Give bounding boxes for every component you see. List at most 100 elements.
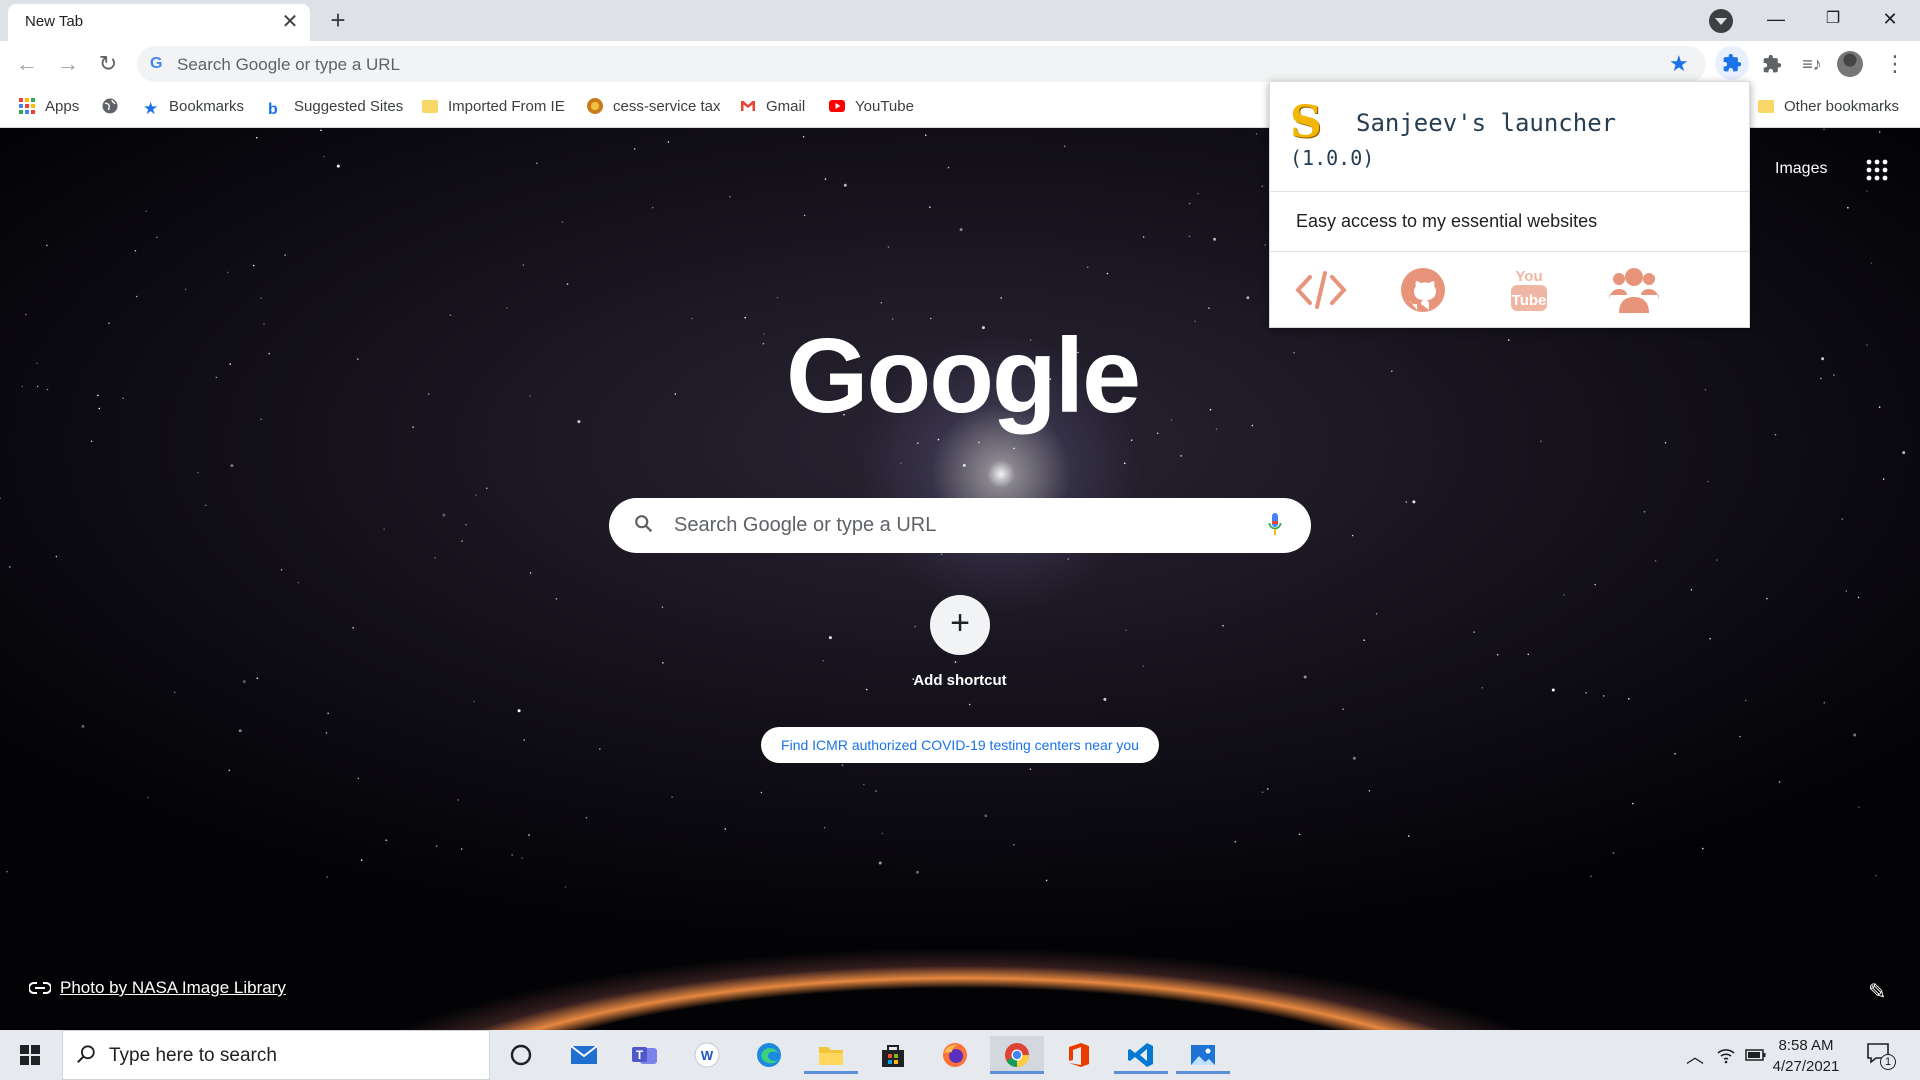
bookmark-label: YouTube — [855, 98, 914, 115]
mail-icon — [570, 1045, 598, 1064]
bookmark-label: Other bookmarks — [1784, 98, 1900, 115]
popup-description: Easy access to my essential websites — [1296, 211, 1598, 231]
windows-taskbar: Type here to search T W ︿ 8:58 AM 4/27/2… — [0, 1030, 1920, 1080]
images-link[interactable]: Images — [1775, 160, 1827, 178]
edge-app[interactable] — [742, 1036, 796, 1074]
bookmark-label: Gmail — [766, 98, 806, 115]
popup-description-row: Easy access to my essential websites — [1270, 192, 1749, 252]
office-icon — [1069, 1043, 1089, 1067]
clock-date: 4/27/2021 — [1772, 1058, 1840, 1075]
search-icon — [77, 1045, 95, 1064]
bookmark-other-bookmarks[interactable]: Other bookmarks — [1758, 98, 1899, 115]
bookmark-label: Imported From IE — [448, 98, 565, 115]
popup-header: S Sanjeev's launcher (1.0.0) — [1270, 82, 1749, 192]
profile-avatar[interactable] — [1837, 51, 1863, 77]
minimize-button[interactable]: — — [1748, 4, 1804, 34]
photo-attribution-link[interactable]: Photo by NASA Image Library — [60, 978, 286, 998]
mail-app[interactable] — [557, 1036, 611, 1074]
tab-new-tab[interactable]: New Tab ✕ — [8, 4, 310, 41]
close-tab-icon[interactable]: ✕ — [279, 11, 301, 33]
bing-icon: b — [268, 101, 278, 118]
popup-version: (1.0.0) — [1290, 146, 1375, 170]
users-icon[interactable] — [1607, 265, 1661, 315]
photos-app[interactable] — [1176, 1036, 1230, 1074]
bookmark-bookmarks[interactable]: ★ Bookmarks — [143, 98, 244, 117]
add-shortcut-button[interactable]: + — [930, 595, 990, 655]
taskbar-search-box[interactable]: Type here to search — [62, 1030, 490, 1080]
edge-icon — [757, 1043, 781, 1067]
popup-title: Sanjeev's launcher — [1356, 109, 1617, 137]
store-app[interactable] — [866, 1036, 920, 1074]
globe-icon — [102, 98, 118, 114]
apps-grid-icon — [19, 98, 35, 114]
bookmark-label: Bookmarks — [169, 98, 245, 115]
bookmark-label: Suggested Sites — [294, 98, 404, 115]
emblem-icon — [587, 98, 603, 114]
chrome-app[interactable] — [990, 1036, 1044, 1074]
file-explorer-app[interactable] — [804, 1036, 858, 1074]
cortana-button[interactable] — [494, 1036, 548, 1074]
youtube-icon — [829, 100, 845, 112]
show-hidden-icons-chevron-icon[interactable]: ︿ — [1686, 1043, 1704, 1080]
folder-icon — [422, 100, 438, 113]
vscode-app[interactable] — [1114, 1036, 1168, 1074]
customize-pencil-icon[interactable]: ✎ — [1868, 979, 1886, 1005]
network-icon[interactable] — [1716, 1045, 1736, 1065]
launcher-logo: S — [1290, 97, 1322, 148]
launcher-extension-button[interactable] — [1715, 46, 1749, 80]
new-tab-button[interactable]: + — [325, 7, 351, 34]
code-icon[interactable] — [1294, 265, 1348, 315]
teams-icon: T — [632, 1047, 657, 1064]
word-app[interactable]: W — [680, 1036, 734, 1074]
system-clock[interactable]: 8:58 AM 4/27/2021 — [1758, 1035, 1854, 1077]
bookmark-star-icon[interactable]: ★ — [1669, 51, 1689, 77]
covid-promo-link[interactable]: Find ICMR authorized COVID-19 testing ce… — [761, 727, 1159, 763]
bookmark-cess-service-tax[interactable]: cess-service tax — [587, 98, 721, 115]
bookmark-imported-from-ie[interactable]: Imported From IE — [422, 98, 565, 115]
clock-time: 8:58 AM — [1778, 1037, 1834, 1054]
svg-text:W: W — [701, 1048, 714, 1063]
chrome-menu-icon[interactable]: ⋮ — [1884, 49, 1906, 79]
photos-icon — [1191, 1045, 1215, 1065]
bookmark-label: Apps — [45, 98, 80, 115]
gmail-icon — [741, 101, 755, 111]
teams-app[interactable]: T — [618, 1036, 672, 1074]
github-icon[interactable] — [1396, 265, 1450, 315]
firefox-icon — [943, 1043, 967, 1067]
cortana-icon — [510, 1044, 532, 1066]
back-button[interactable]: ← — [13, 50, 41, 78]
omnibox[interactable]: G Search Google or type a URL ★ — [137, 46, 1706, 82]
bookmark-globe[interactable] — [102, 98, 128, 115]
svg-text:Tube: Tube — [1512, 292, 1547, 309]
close-window-button[interactable]: ✕ — [1862, 4, 1918, 34]
bookmark-label: cess-service tax — [613, 98, 721, 115]
restore-button[interactable]: ❐ — [1805, 4, 1861, 34]
microphone-icon[interactable] — [1268, 512, 1282, 538]
search-icon — [635, 515, 653, 533]
action-center-button[interactable]: 1 — [1866, 1042, 1902, 1080]
bookmark-youtube[interactable]: YouTube — [829, 98, 914, 115]
extensions-menu-icon[interactable] — [1757, 49, 1787, 79]
ntp-search-placeholder: Search Google or type a URL — [674, 514, 937, 536]
media-control-icon[interactable]: ≡♪ — [1797, 49, 1827, 79]
ntp-search-box[interactable]: Search Google or type a URL — [609, 498, 1311, 553]
puzzle-icon — [1723, 53, 1742, 72]
bookmark-suggested-sites[interactable]: b Suggested Sites — [268, 98, 403, 118]
youtube-icon[interactable]: You Tube — [1502, 265, 1556, 315]
taskbar-search-placeholder: Type here to search — [109, 1045, 277, 1066]
start-button[interactable] — [0, 1030, 58, 1080]
svg-text:You: You — [1515, 268, 1542, 285]
omnibox-placeholder: Search Google or type a URL — [177, 55, 401, 74]
firefox-app[interactable] — [928, 1036, 982, 1074]
google-apps-icon[interactable] — [1866, 159, 1888, 181]
windows-logo-icon — [20, 1045, 40, 1065]
office-app[interactable] — [1052, 1036, 1106, 1074]
forward-button[interactable]: → — [54, 50, 82, 78]
bookmark-gmail[interactable]: Gmail — [740, 98, 805, 115]
tab-search-icon[interactable] — [1709, 9, 1733, 33]
google-g-icon: G — [150, 55, 163, 72]
reload-button[interactable]: ↻ — [94, 50, 122, 78]
bookmark-apps[interactable]: Apps — [19, 98, 79, 115]
vscode-icon — [1128, 1043, 1153, 1067]
extension-popup: S Sanjeev's launcher (1.0.0) Easy access… — [1269, 81, 1750, 328]
